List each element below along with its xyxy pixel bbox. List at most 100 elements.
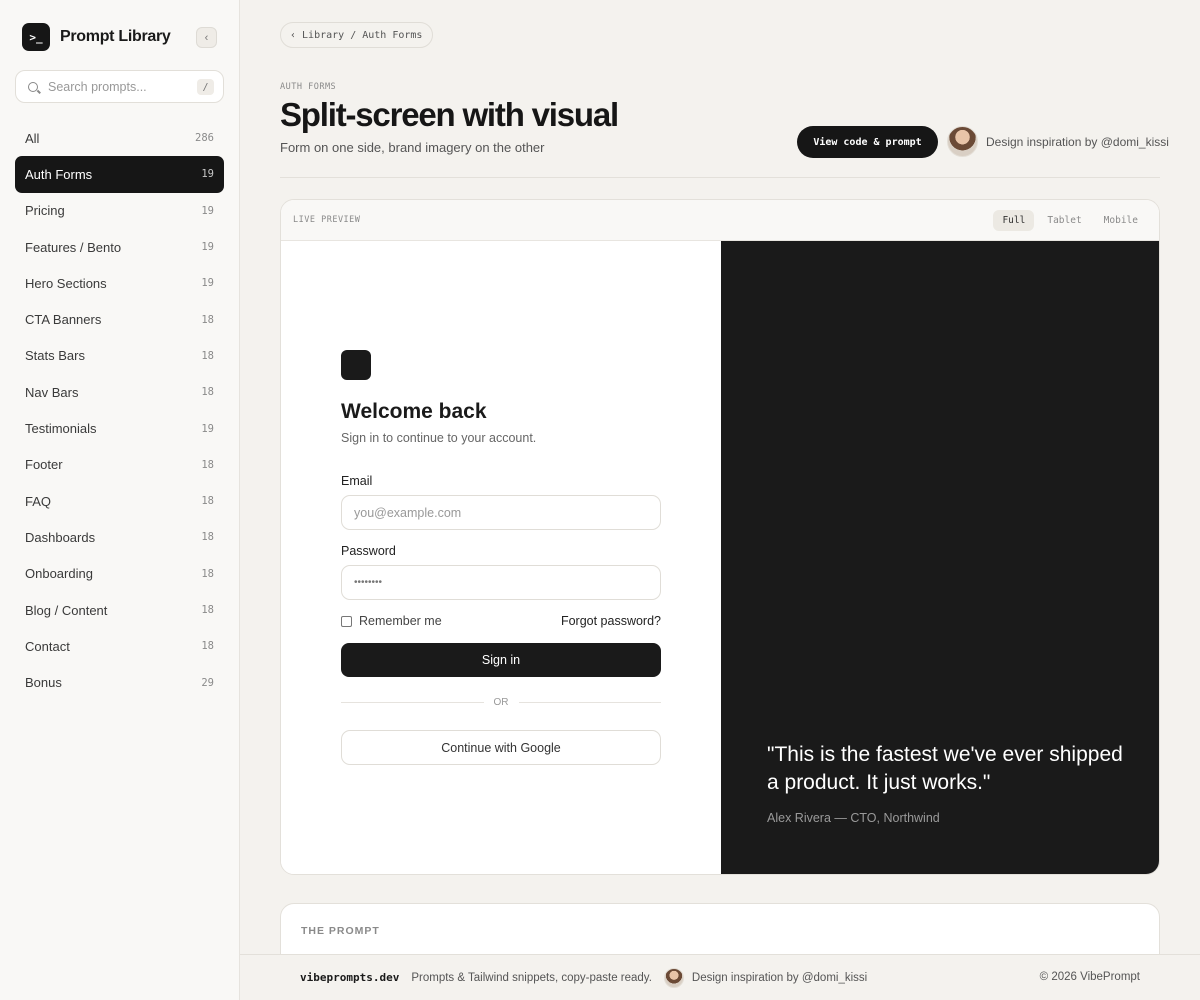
sidebar-item[interactable]: Bonus 29	[15, 664, 224, 700]
sidebar-item[interactable]: Features / Bento 19	[15, 229, 224, 265]
collapse-sidebar-button[interactable]: ‹	[196, 27, 217, 48]
chevron-left-icon: ‹	[290, 29, 297, 41]
preview-label: LIVE PREVIEW	[293, 215, 361, 225]
sidebar-item-count: 286	[195, 132, 214, 145]
design-credit[interactable]: Design inspiration by @domi_kissi	[986, 135, 1169, 149]
sidebar-item[interactable]: Stats Bars 18	[15, 338, 224, 374]
breadcrumb[interactable]: ‹ Library / Auth Forms	[280, 22, 434, 48]
sidebar-item-label: Bonus	[25, 675, 62, 691]
sidebar-item[interactable]: CTA Banners 18	[15, 301, 224, 337]
category-nav: All 286 Auth Forms 19 Pricing 19 Features / Be…	[15, 120, 224, 701]
sidebar-item-label: Hero Sections	[25, 275, 107, 291]
or-divider: OR	[341, 697, 661, 708]
brand-name: Prompt Library	[60, 28, 171, 45]
footer-domain[interactable]: vibeprompts.dev	[300, 971, 399, 984]
chevron-left-icon: ‹	[204, 31, 209, 44]
forgot-password-link[interactable]: Forgot password?	[561, 614, 661, 628]
form-logo	[341, 350, 371, 380]
sidebar-item-label: Onboarding	[25, 566, 93, 582]
sidebar-item[interactable]: Hero Sections 19	[15, 265, 224, 301]
form-title: Welcome back	[341, 400, 487, 423]
sidebar: >_ Prompt Library ‹ / All 286 Auth Forms 19…	[0, 0, 240, 1000]
sidebar-item-label: All	[25, 130, 40, 146]
view-code-button[interactable]: View code & prompt	[797, 126, 938, 158]
page-subtitle: Form on one side, brand imagery on the o…	[280, 140, 545, 155]
search-box[interactable]: /	[15, 70, 224, 103]
divider-line	[341, 702, 484, 703]
sidebar-item-count: 19	[201, 168, 214, 181]
sidebar-item-label: Blog / Content	[25, 602, 108, 618]
sidebar-item[interactable]: Onboarding 18	[15, 556, 224, 592]
sidebar-item-label: Footer	[25, 457, 63, 473]
sidebar-item-count: 18	[201, 567, 214, 580]
password-field[interactable]: ••••••••	[341, 565, 661, 600]
sidebar-item-count: 18	[201, 531, 214, 544]
form-panel: Welcome back Sign in to continue to your…	[281, 241, 721, 874]
viewport-tab[interactable]: Mobile	[1095, 210, 1147, 231]
sidebar-item-count: 18	[201, 495, 214, 508]
sidebar-item-count: 29	[201, 676, 214, 689]
footer-copyright: © 2026 VibePrompt	[1039, 971, 1140, 983]
sidebar-item-count: 18	[201, 313, 214, 326]
designer-avatar	[663, 967, 684, 988]
sidebar-item-label: Pricing	[25, 203, 65, 219]
sidebar-item[interactable]: Auth Forms 19	[15, 156, 224, 193]
google-sign-in-button[interactable]: Continue with Google	[341, 730, 661, 765]
sidebar-item-count: 19	[201, 422, 214, 435]
sign-in-button[interactable]: Sign in	[341, 643, 661, 677]
footer-tagline: Prompts & Tailwind snippets, copy-paste …	[411, 971, 652, 984]
prompt-title: THE PROMPT	[301, 925, 380, 937]
breadcrumb-text: Library / Auth Forms	[302, 29, 423, 41]
footer: vibeprompts.dev Prompts & Tailwind snipp…	[240, 954, 1200, 1000]
sidebar-item-count: 18	[201, 458, 214, 471]
header-divider	[280, 177, 1160, 178]
terminal-icon: >_	[22, 23, 50, 51]
sidebar-item[interactable]: Nav Bars 18	[15, 374, 224, 410]
email-field[interactable]: you@example.com	[341, 495, 661, 530]
brand-visual-panel: "This is the fastest we've ever shipped …	[721, 241, 1159, 874]
viewport-tab[interactable]: Tablet	[1038, 210, 1090, 231]
remember-me[interactable]: Remember me	[341, 614, 442, 628]
testimonial-author: Alex Rivera — CTO, Northwind	[767, 811, 940, 825]
sidebar-item-label: Nav Bars	[25, 384, 79, 400]
sidebar-item-count: 19	[201, 241, 214, 254]
sidebar-item[interactable]: Testimonials 19	[15, 410, 224, 446]
sidebar-item-count: 18	[201, 386, 214, 399]
live-preview-card: LIVE PREVIEW Full Tablet Mobile Welcome ba…	[280, 199, 1160, 875]
search-input[interactable]	[48, 79, 188, 94]
remember-checkbox[interactable]	[341, 615, 352, 627]
viewport-switcher: Full Tablet Mobile	[993, 209, 1147, 231]
sidebar-item[interactable]: All 286	[15, 120, 224, 156]
sidebar-item-count: 19	[201, 204, 214, 217]
sidebar-item-label: CTA Banners	[25, 312, 102, 328]
preview-body: Welcome back Sign in to continue to your…	[281, 241, 1159, 874]
sidebar-item-label: Stats Bars	[25, 348, 85, 364]
sidebar-item-label: Dashboards	[25, 529, 96, 545]
email-label: Email	[341, 474, 373, 488]
search-shortcut-key: /	[197, 79, 214, 95]
form-subtitle: Sign in to continue to your account.	[341, 431, 537, 445]
sidebar-item[interactable]: Pricing 19	[15, 193, 224, 229]
sidebar-item-count: 18	[201, 640, 214, 653]
sidebar-item[interactable]: Dashboards 18	[15, 519, 224, 555]
sidebar-item[interactable]: FAQ 18	[15, 483, 224, 519]
sidebar-item-label: FAQ	[25, 493, 52, 509]
sidebar-item-count: 18	[201, 349, 214, 362]
page-title: Split-screen with visual	[280, 96, 619, 133]
sidebar-item[interactable]: Footer 18	[15, 447, 224, 483]
password-label: Password	[341, 544, 396, 558]
or-label: OR	[493, 697, 509, 708]
brand[interactable]: >_ Prompt Library	[22, 23, 171, 51]
remember-label: Remember me	[359, 614, 442, 628]
sidebar-item[interactable]: Contact 18	[15, 628, 224, 664]
sidebar-item[interactable]: Blog / Content 18	[15, 592, 224, 628]
viewport-tab[interactable]: Full	[993, 209, 1035, 231]
footer-credit[interactable]: Design inspiration by @domi_kissi	[692, 972, 867, 984]
category-eyebrow: AUTH FORMS	[280, 82, 337, 92]
sidebar-item-count: 18	[201, 604, 214, 616]
sidebar-item-count: 19	[201, 277, 214, 290]
sidebar-item-label: Contact	[25, 638, 70, 654]
sidebar-item-label: Features / Bento	[25, 239, 122, 255]
sidebar-item-label: Testimonials	[25, 421, 97, 437]
search-icon	[28, 81, 38, 92]
